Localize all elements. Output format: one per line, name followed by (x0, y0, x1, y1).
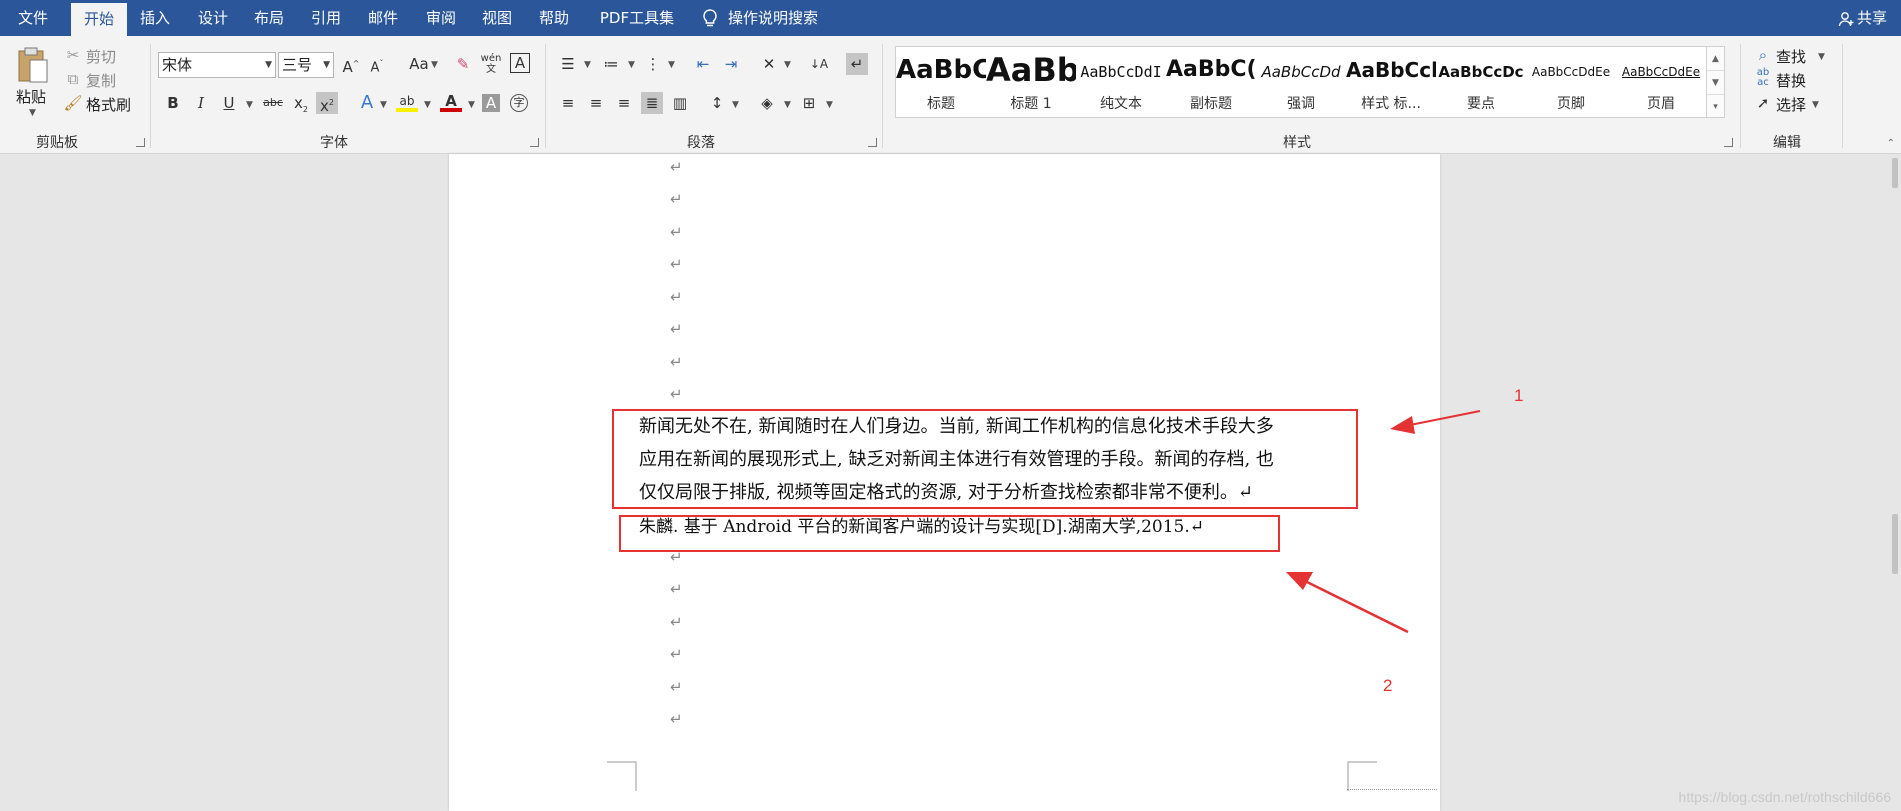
annotation-arrows (1286, 410, 1481, 634)
vertical-scrollbar[interactable] (1889, 154, 1901, 811)
annotation-arrow-2 (1286, 572, 1409, 634)
watermark: https://blog.csdn.net/rothschild666 (1678, 789, 1891, 805)
annotation-label-1: 1 (1514, 386, 1524, 405)
scrollbar-thumb[interactable] (1892, 158, 1898, 188)
annotation-arrow-1 (1390, 410, 1481, 434)
scrollbar-thumb[interactable] (1892, 514, 1898, 574)
annotation-label-2: 2 (1383, 676, 1393, 695)
